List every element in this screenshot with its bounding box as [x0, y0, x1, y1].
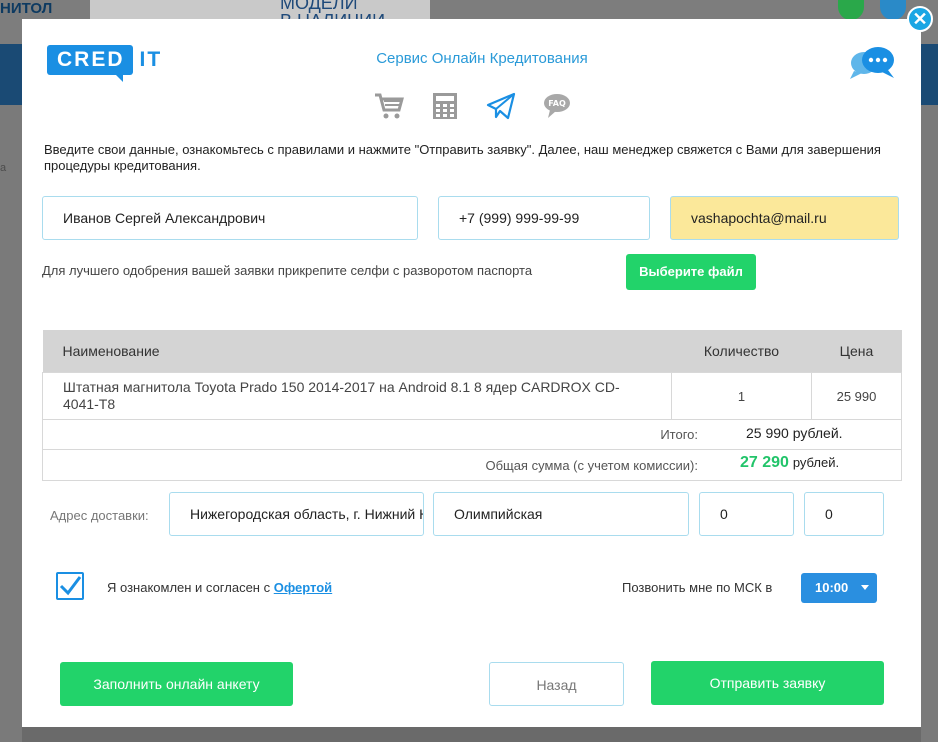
agree-text: Я ознакомлен и согласен с Офертой: [107, 580, 333, 595]
table-row: Штатная магнитола Toyota Prado 150 2014-…: [42, 372, 902, 420]
table-header-row: Наименование Количество Цена: [42, 330, 902, 373]
fill-online-form-button[interactable]: Заполнить онлайн анкету: [60, 662, 293, 706]
phone-field[interactable]: +7 (999) 999-99-99: [438, 196, 650, 240]
submit-button[interactable]: Отправить заявку: [651, 661, 884, 705]
call-time-select[interactable]: 10:00: [801, 573, 877, 603]
total-unit: рублей.: [792, 455, 840, 470]
modal-title: Сервис Онлайн Кредитования: [376, 50, 588, 67]
back-button[interactable]: Назад: [489, 662, 624, 706]
logo-suffix: IT: [139, 48, 163, 71]
total-value: 27 290: [740, 454, 789, 471]
subtotal-row: Итого: 25 990 рублей.: [42, 419, 902, 450]
credit-modal: CRED IT Сервис Онлайн Кредитования FAQ В…: [22, 19, 921, 727]
step-icons: FAQ: [372, 91, 574, 121]
item-price: 25 990: [811, 372, 902, 420]
choose-file-button[interactable]: Выберите файл: [626, 254, 756, 290]
agree-checkbox[interactable]: [56, 572, 84, 600]
header-qty: Количество: [671, 330, 812, 373]
close-icon[interactable]: ✕: [907, 6, 933, 32]
background-right-column: [921, 105, 938, 742]
address-region-field[interactable]: Нижегородская область, г. Нижний Новгоро…: [169, 492, 424, 536]
call-time-label: Позвонить мне по МСК в: [622, 580, 773, 595]
address-street-field[interactable]: Олимпийская: [433, 492, 689, 536]
credit-logo: CRED IT: [47, 45, 163, 82]
address-flat-field[interactable]: 0: [804, 492, 884, 536]
background-left-column: [0, 105, 22, 742]
subtotal-label: Итого:: [660, 427, 698, 442]
paper-plane-icon[interactable]: [484, 91, 518, 121]
address-label: Адрес доставки:: [50, 508, 149, 523]
item-name: Штатная магнитола Toyota Prado 150 2014-…: [42, 372, 672, 420]
header-price: Цена: [811, 330, 902, 373]
total-row: Общая сумма (с учетом комиссии): 27 290 …: [42, 450, 902, 481]
full-name-field[interactable]: Иванов Сергей Александрович: [42, 196, 418, 240]
address-house-field[interactable]: 0: [699, 492, 794, 536]
call-time-value: 10:00: [815, 580, 849, 595]
total-label: Общая сумма (с учетом комиссии):: [485, 458, 698, 473]
intro-text: Введите свои данные, ознакомьтесь с прав…: [44, 142, 881, 173]
background-side-text: а: [0, 162, 7, 174]
logo-box: CRED: [47, 45, 133, 82]
checkmark-icon: [59, 576, 82, 596]
offer-link[interactable]: Офертой: [274, 580, 332, 595]
item-qty: 1: [671, 372, 812, 420]
selfie-hint: Для лучшего одобрения вашей заявки прикр…: [42, 263, 533, 278]
calculator-icon[interactable]: [428, 91, 462, 121]
totals: Итого: 25 990 рублей. Общая сумма (с уче…: [42, 419, 902, 481]
chat-bubbles-icon[interactable]: [848, 45, 898, 86]
subtotal-value: 25 990 рублей.: [746, 425, 843, 441]
order-table: Наименование Количество Цена Штатная маг…: [42, 330, 902, 420]
chevron-down-icon: [861, 585, 869, 590]
total-value-wrap: 27 290 рублей.: [740, 454, 839, 472]
header-name: Наименование: [42, 330, 672, 373]
cart-icon[interactable]: [372, 91, 406, 121]
svg-text:FAQ: FAQ: [548, 99, 566, 108]
email-field[interactable]: vashapochta@mail.ru: [670, 196, 899, 240]
faq-icon[interactable]: FAQ: [540, 91, 574, 121]
background-footer: [22, 727, 921, 742]
